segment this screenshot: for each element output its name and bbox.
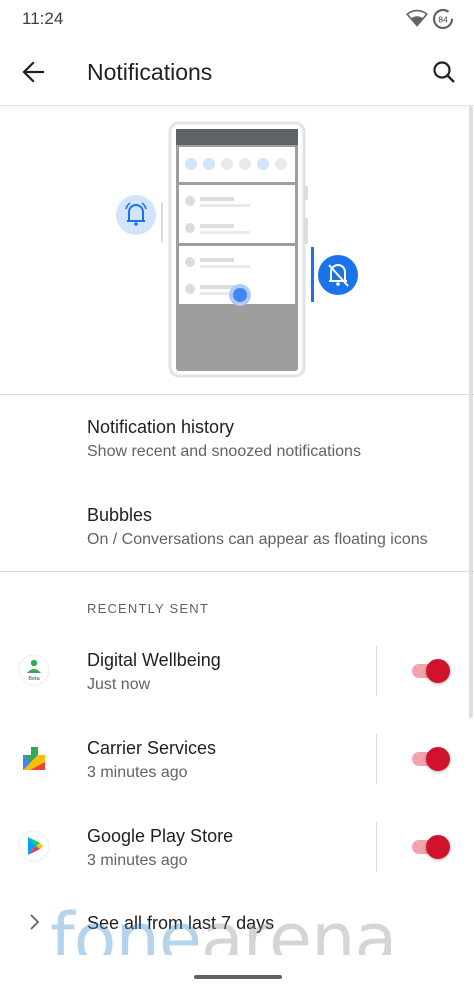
see-all-row[interactable]: See all from last 7 days bbox=[0, 896, 474, 948]
recently-sent-header: RECENTLY SENT bbox=[87, 601, 210, 616]
app-name: Carrier Services bbox=[87, 738, 217, 758]
notification-history-row[interactable]: Notification history Show recent and sno… bbox=[0, 396, 474, 484]
bubbles-title: Bubbles bbox=[87, 505, 153, 525]
toggle-thumb bbox=[426, 835, 450, 859]
toggle-thumb bbox=[426, 659, 450, 683]
app-time: Just now bbox=[87, 676, 151, 693]
svg-text:Beta: Beta bbox=[28, 676, 40, 682]
row-separator bbox=[376, 822, 377, 872]
scrollbar[interactable] bbox=[469, 106, 473, 718]
navigation-bar bbox=[0, 955, 474, 985]
phone-illustration bbox=[116, 121, 358, 378]
app-name: Google Play Store bbox=[87, 826, 234, 846]
row-separator bbox=[376, 646, 377, 696]
app-time: 3 minutes ago bbox=[87, 764, 188, 781]
notification-illustration bbox=[0, 106, 474, 395]
app-row-digital-wellbeing[interactable]: Beta Digital Wellbeing Just now bbox=[0, 628, 474, 712]
app-row-google-play-store[interactable]: Google Play Store 3 minutes ago bbox=[0, 804, 474, 888]
carrier-services-toggle[interactable] bbox=[410, 744, 452, 774]
svg-text:84: 84 bbox=[438, 15, 448, 25]
divider bbox=[0, 571, 474, 572]
notification-history-summary: Show recent and snoozed notifications bbox=[87, 443, 361, 460]
status-time: 11:24 bbox=[22, 9, 64, 28]
wifi-icon bbox=[406, 9, 428, 27]
play-store-icon bbox=[18, 830, 50, 862]
status-bar: 11:24 84 bbox=[0, 0, 474, 38]
app-time: 3 minutes ago bbox=[87, 852, 188, 869]
digital-wellbeing-toggle[interactable] bbox=[410, 656, 452, 686]
page-title: Notifications bbox=[87, 59, 213, 85]
app-row-carrier-services[interactable]: Carrier Services 3 minutes ago bbox=[0, 716, 474, 800]
bubbles-row[interactable]: Bubbles On / Conversations can appear as… bbox=[0, 484, 474, 572]
see-all-link: See all from last 7 days bbox=[87, 913, 275, 933]
row-separator bbox=[376, 734, 377, 784]
battery-icon: 84 bbox=[432, 8, 454, 30]
bubbles-summary: On / Conversations can appear as floatin… bbox=[87, 531, 428, 548]
toggle-thumb bbox=[426, 747, 450, 771]
play-store-toggle[interactable] bbox=[410, 832, 452, 862]
back-button[interactable] bbox=[14, 52, 54, 92]
search-icon bbox=[433, 61, 455, 83]
app-name: Digital Wellbeing bbox=[87, 650, 221, 670]
app-bar: Notifications bbox=[0, 38, 474, 106]
gesture-handle[interactable] bbox=[194, 975, 282, 979]
arrow-back-icon bbox=[22, 61, 45, 83]
carrier-services-icon bbox=[23, 747, 45, 770]
notification-history-title: Notification history bbox=[87, 417, 235, 437]
search-button[interactable] bbox=[424, 52, 464, 92]
digital-wellbeing-icon: Beta bbox=[18, 654, 50, 686]
